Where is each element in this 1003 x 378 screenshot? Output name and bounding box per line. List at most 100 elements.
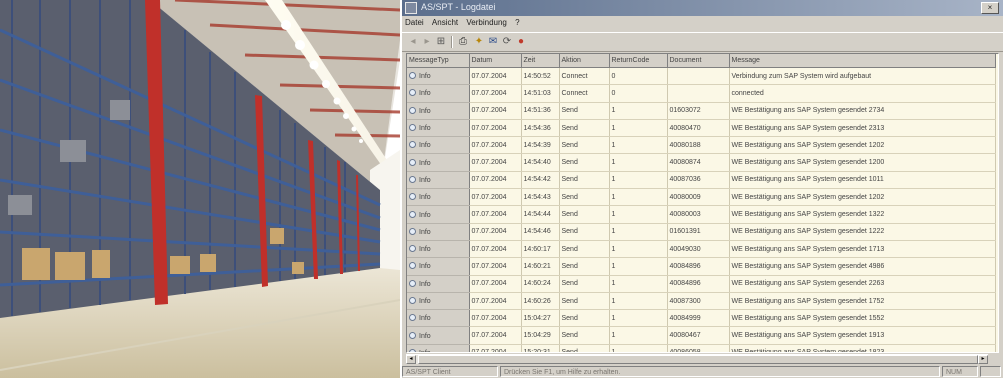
- log-table-container[interactable]: MessageTyp Datum Zeit Aktion ReturnCode …: [406, 53, 999, 353]
- date-cell: 07.07.2004: [469, 171, 522, 190]
- message-cell: WE Bestätigung ans SAP System gesendet 4…: [729, 257, 996, 276]
- table-row[interactable]: Info 07.07.2004 14:54:40 Send 1 40080874 WE Be…: [407, 153, 996, 172]
- return-code-cell: 1: [609, 136, 668, 155]
- title-bar[interactable]: AS/SPT - Logdatei ×: [402, 0, 1003, 16]
- table-row[interactable]: Info 07.07.2004 14:54:46 Send 1 01601391 WE Be…: [407, 223, 996, 241]
- message-type-cell: Info: [407, 171, 470, 190]
- document-cell: 40086058: [667, 344, 730, 352]
- time-cell: 14:51:03: [521, 84, 560, 103]
- info-icon: [409, 72, 416, 80]
- message-type-label: Info: [419, 107, 431, 115]
- message-type-cell: Info: [407, 205, 470, 224]
- table-row[interactable]: Info 07.07.2004 14:51:03 Connect 0 connected: [407, 84, 996, 103]
- table-row[interactable]: Info 07.07.2004 14:51:36 Send 1 01603072 WE Be…: [407, 102, 996, 120]
- action-cell: Send: [559, 153, 610, 172]
- column-header[interactable]: ReturnCode: [609, 54, 668, 68]
- scroll-left-icon[interactable]: ◂: [406, 355, 416, 364]
- close-button[interactable]: ×: [981, 2, 999, 14]
- column-header[interactable]: Datum: [469, 54, 522, 68]
- scroll-right-icon[interactable]: ▸: [978, 355, 988, 364]
- message-cell: connected: [729, 84, 996, 103]
- message-type-label: Info: [419, 176, 431, 184]
- scrollbar-thumb[interactable]: [418, 355, 978, 364]
- message-cell: WE Bestätigung ans SAP System gesendet 2…: [729, 119, 996, 138]
- return-code-cell: 1: [609, 171, 668, 190]
- table-row[interactable]: Info 07.07.2004 14:60:26 Send 1 40087300 WE Be…: [407, 292, 996, 311]
- table-row[interactable]: Info 07.07.2004 14:54:39 Send 1 40080188 WE Be…: [407, 136, 996, 155]
- table-row[interactable]: Info 07.07.200415:20:31Send140086058WE Be…: [407, 344, 996, 352]
- date-cell: 07.07.2004: [469, 136, 522, 155]
- horizontal-scrollbar[interactable]: ◂ ▸: [406, 354, 988, 364]
- message-type-cell: Info: [407, 257, 470, 276]
- info-icon: [409, 158, 416, 166]
- return-code-cell: 1: [609, 102, 668, 120]
- table-row[interactable]: Info 07.07.2004 14:50:52 Connect 0 Verbindung…: [407, 67, 996, 86]
- info-icon: [409, 124, 416, 132]
- document-cell: 40080009: [667, 188, 730, 207]
- menu-help[interactable]: ?: [512, 16, 522, 27]
- back-icon[interactable]: ◂: [407, 36, 419, 48]
- message-type-label: Info: [419, 142, 431, 150]
- action-cell: Send: [559, 102, 610, 120]
- date-cell: 07.07.2004: [469, 84, 522, 103]
- message-type-label: Info: [419, 298, 431, 305]
- date-cell: 07.07.2004: [469, 326, 522, 345]
- message-type-cell: Info: [407, 240, 470, 259]
- table-row[interactable]: Info 07.07.2004 14:54:36 Send 1 40080470 WE Be…: [407, 119, 996, 138]
- table-row[interactable]: Info 07.07.2004 14:54:43 Send 1 40080009 WE Be…: [407, 188, 996, 207]
- message-type-label: Info: [419, 125, 431, 133]
- time-cell: 14:54:46: [521, 223, 560, 241]
- column-header[interactable]: Document: [667, 54, 730, 68]
- message-cell: WE Bestätigung ans SAP System gesendet 1…: [729, 153, 996, 172]
- document-cell: 40084896: [667, 275, 730, 293]
- info-icon: [409, 141, 416, 149]
- status-hint: Drücken Sie F1, um Hilfe zu erhalten.: [500, 366, 940, 377]
- time-cell: 14:54:36: [521, 119, 560, 138]
- menu-datei[interactable]: Datei: [402, 16, 427, 27]
- info-icon[interactable]: ✦: [473, 36, 485, 48]
- return-code-cell: 1: [609, 275, 668, 293]
- message-type-label: Info: [419, 332, 431, 340]
- forward-icon[interactable]: ▸: [421, 36, 433, 48]
- table-row[interactable]: Info 07.07.2004 14:54:44 Send 1 40080003 WE Be…: [407, 205, 996, 224]
- column-header[interactable]: Aktion: [559, 54, 610, 68]
- return-code-cell: 1: [609, 309, 668, 328]
- stop-icon[interactable]: ●: [515, 36, 527, 48]
- message-cell: WE Bestätigung ans SAP System gesendet 1…: [729, 223, 996, 241]
- message-cell: WE Bestätigung ans SAP System gesendet 1…: [729, 240, 996, 259]
- app-window: AS/SPT - Logdatei × Datei Ansicht Verbin…: [402, 0, 1003, 378]
- refresh-icon[interactable]: ⟳: [501, 36, 513, 48]
- info-icon: [409, 279, 416, 287]
- column-header[interactable]: Message: [729, 54, 996, 68]
- action-cell: Send: [559, 257, 610, 276]
- table-row[interactable]: Info 07.07.2004 14:60:21 Send 1 40084896 WE Be…: [407, 257, 996, 276]
- table-row[interactable]: Info 07.07.2004 15:04:27 Send 1 40084999 WE Be…: [407, 309, 996, 328]
- message-cell: WE Bestätigung ans SAP System gesendet 1…: [729, 326, 996, 345]
- document-cell: 40084999: [667, 309, 730, 328]
- table-row[interactable]: Info 07.07.2004 14:54:42 Send 1 40087036 WE Be…: [407, 171, 996, 190]
- return-code-cell: 1: [609, 223, 668, 241]
- message-type-cell: Info: [407, 292, 470, 311]
- table-row[interactable]: Info 07.07.2004 14:60:24 Send 1 40084896 WE Be…: [407, 275, 996, 293]
- action-cell: Send: [559, 344, 610, 352]
- menu-verbindung[interactable]: Verbindung: [463, 16, 509, 27]
- time-cell: 14:50:52: [521, 67, 560, 86]
- resize-grip-icon[interactable]: [980, 366, 1001, 377]
- message-cell: WE Bestätigung ans SAP System gesendet 1…: [729, 344, 996, 352]
- warehouse-photo: [0, 0, 400, 378]
- message-type-label: Info: [419, 90, 431, 98]
- info-icon: [409, 314, 416, 322]
- print-icon[interactable]: ⎙: [457, 36, 469, 48]
- column-header[interactable]: Zeit: [521, 54, 560, 68]
- info-icon: [409, 297, 416, 304]
- document-cell: 40049030: [667, 240, 730, 259]
- return-code-cell: 1: [609, 240, 668, 259]
- table-row[interactable]: Info 07.07.2004 15:04:29 Send 1 40080467 WE Be…: [407, 326, 996, 345]
- connect-icon[interactable]: ⊞: [435, 36, 447, 48]
- date-cell: 07.07.2004: [469, 309, 522, 328]
- menu-ansicht[interactable]: Ansicht: [429, 16, 461, 27]
- column-header[interactable]: MessageTyp: [407, 54, 470, 68]
- table-row[interactable]: Info 07.07.2004 14:60:17 Send 1 40049030 WE Be…: [407, 240, 996, 259]
- info-icon: [409, 106, 416, 114]
- send-icon[interactable]: ✉: [487, 36, 499, 48]
